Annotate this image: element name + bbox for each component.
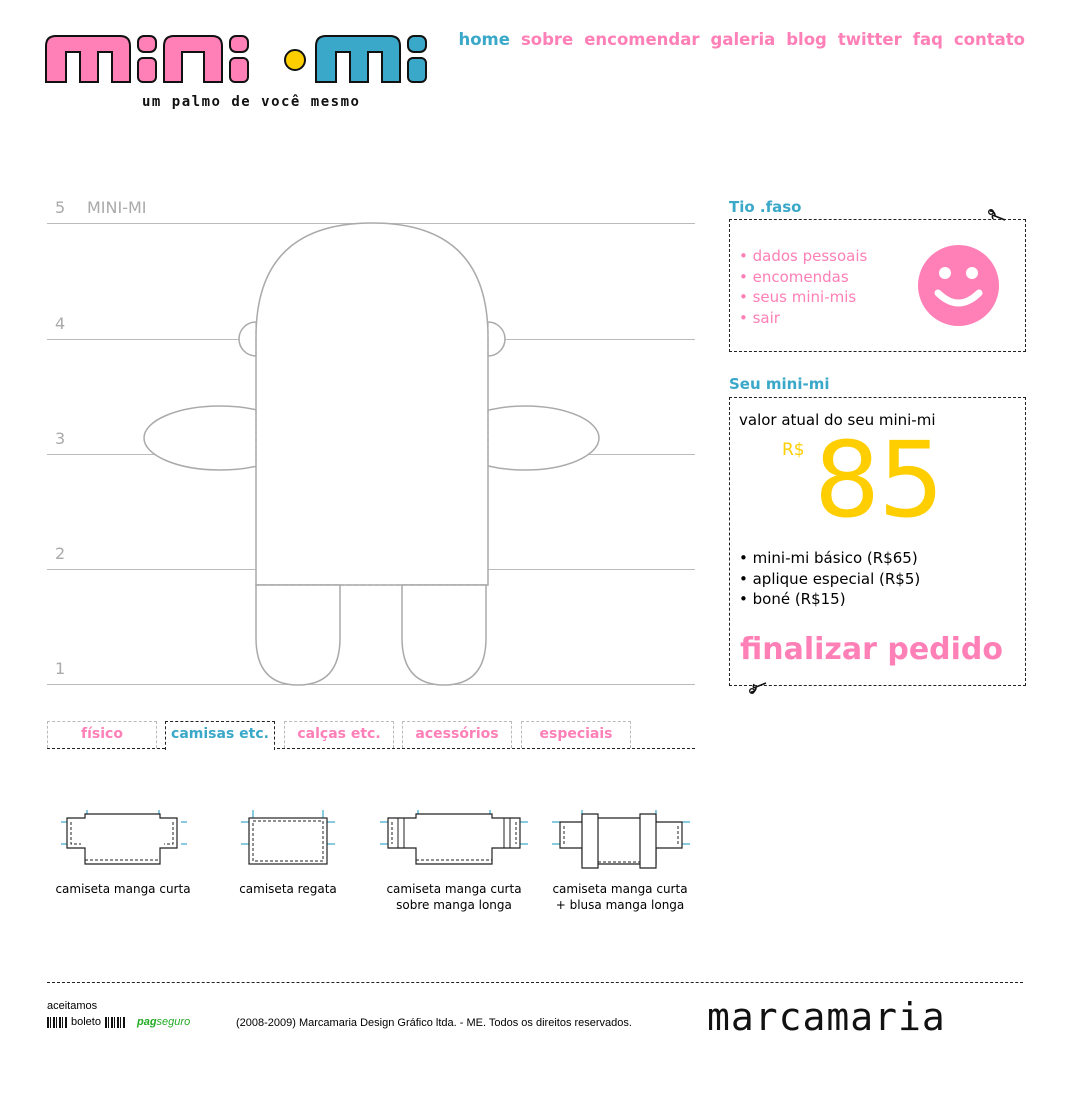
measure-number-5: 5 — [55, 198, 66, 217]
copyright: (2008-2009) Marcamaria Design Gráfico lt… — [236, 1017, 632, 1029]
nav-sobre[interactable]: sobre — [521, 30, 573, 49]
order-panel-heading: Seu mini-mi — [729, 375, 830, 393]
shirt-layered-icon — [380, 810, 528, 865]
price-value: 85 — [814, 419, 944, 541]
shirt-label: camiseta manga curta + blusa manga longa — [552, 882, 688, 912]
scissors-icon — [749, 682, 767, 694]
measure-number-3: 3 — [55, 429, 66, 448]
tab-fisico[interactable]: físico — [47, 721, 157, 748]
tabs-divider — [47, 748, 695, 749]
link-encomendas[interactable]: • encomendas — [739, 267, 867, 288]
shirt-option-regata[interactable] — [241, 808, 335, 868]
shirt-option-curta-mais-longa[interactable] — [552, 808, 690, 870]
tab-camisas[interactable]: camisas etc. — [165, 721, 275, 750]
shirt-tank-top-icon — [241, 810, 335, 865]
boleto-label: boleto — [71, 1016, 101, 1028]
nav-encomendar[interactable]: encomendar — [584, 30, 699, 49]
barcode-icon — [104, 1016, 125, 1028]
measure-title: MINI-MI — [87, 198, 147, 217]
shirt-option-manga-curta[interactable] — [57, 808, 191, 868]
payment-title: aceitamos — [47, 1000, 98, 1012]
nav-galeria[interactable]: galeria — [711, 30, 776, 49]
measure-number-4: 4 — [55, 314, 66, 333]
user-panel-heading: Tio .faso — [729, 198, 802, 216]
tab-acessorios[interactable]: acessórios — [402, 721, 512, 748]
link-sair[interactable]: • sair — [739, 308, 867, 329]
footer-divider — [47, 982, 1023, 983]
nav-twitter[interactable]: twitter — [838, 30, 902, 49]
tab-especiais[interactable]: especiais — [521, 721, 631, 748]
tab-calcas[interactable]: calças etc. — [284, 721, 394, 748]
order-item: • mini-mi básico (R$65) — [739, 549, 918, 567]
mini-mi-logo[interactable] — [44, 30, 444, 90]
nav-home[interactable]: home — [458, 30, 509, 49]
shirt-short-sleeve-icon — [61, 810, 187, 865]
measure-number-2: 2 — [55, 544, 66, 563]
brand-text: marcamaria — [707, 996, 946, 1038]
order-item: • boné (R$15) — [739, 590, 846, 608]
order-items: • mini-mi básico (R$65) • aplique especi… — [739, 548, 920, 610]
link-dados-pessoais[interactable]: • dados pessoais — [739, 246, 867, 267]
scissors-icon — [988, 209, 1006, 221]
link-seus-mini-mis[interactable]: • seus mini-mis — [739, 287, 867, 308]
shirt-plus-longsleeve-icon — [552, 810, 690, 869]
measure-number-1: 1 — [55, 659, 66, 678]
payment-methods: boleto pagseguro — [47, 1016, 190, 1028]
pagseguro-logo[interactable]: pagseguro — [137, 1016, 190, 1028]
smiley-avatar-icon — [918, 245, 999, 326]
nav-contato[interactable]: contato — [954, 30, 1025, 49]
nav-faq[interactable]: faq — [913, 30, 943, 49]
user-links: • dados pessoais • encomendas • seus min… — [739, 246, 867, 328]
checkout-button[interactable]: finalizar pedido — [740, 632, 1003, 667]
order-item: • aplique especial (R$5) — [739, 569, 921, 588]
tagline: um palmo de você mesmo — [142, 94, 361, 110]
shirt-option-curta-sobre-longa[interactable] — [380, 808, 528, 868]
currency-symbol: R$ — [782, 440, 805, 460]
barcode-icon — [47, 1016, 67, 1028]
category-tabs: físico camisas etc. calças etc. acessóri… — [47, 721, 695, 750]
shirt-label: camiseta manga curta — [55, 882, 191, 896]
doll-figure[interactable] — [140, 215, 610, 690]
marcamaria-logo[interactable]: marcamaria — [707, 996, 1025, 1038]
main-nav: home sobre encomendar galeria blog twitt… — [458, 30, 1025, 49]
nav-blog[interactable]: blog — [786, 30, 827, 49]
shirt-label: camiseta regata — [239, 882, 337, 896]
shirt-label: camiseta manga curta sobre manga longa — [386, 882, 522, 912]
